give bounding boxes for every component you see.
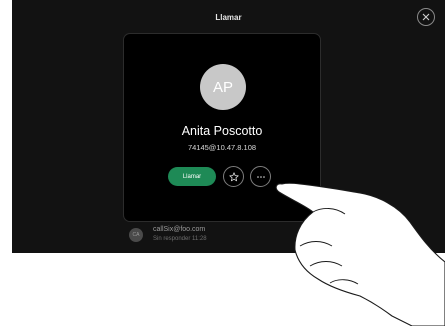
star-icon	[228, 171, 239, 181]
contact-card: AP Anita Poscotto 74145@10.47.8.108 Llam…	[123, 33, 321, 222]
recent-address: callSix@foo.com	[153, 226, 206, 233]
more-options-button[interactable]	[250, 166, 271, 187]
page-title: Llamar	[215, 13, 242, 22]
more-icon	[256, 175, 265, 178]
recent-avatar: CA	[129, 228, 143, 242]
close-button[interactable]	[417, 8, 435, 26]
recent-status: Sin responder 11:28	[153, 236, 207, 242]
call-screen: Llamar CA callSix@foo.com Sin responder …	[12, 0, 445, 253]
contact-address: 74145@10.47.8.108	[187, 143, 257, 152]
favorite-button[interactable]	[223, 166, 244, 187]
contact-name: Anita Poscotto	[181, 124, 263, 138]
call-button[interactable]: Llamar	[168, 167, 216, 186]
recent-call-item[interactable]: CA callSix@foo.com Sin responder 11:28	[127, 223, 347, 247]
avatar: AP	[200, 64, 246, 110]
close-icon	[422, 13, 430, 21]
